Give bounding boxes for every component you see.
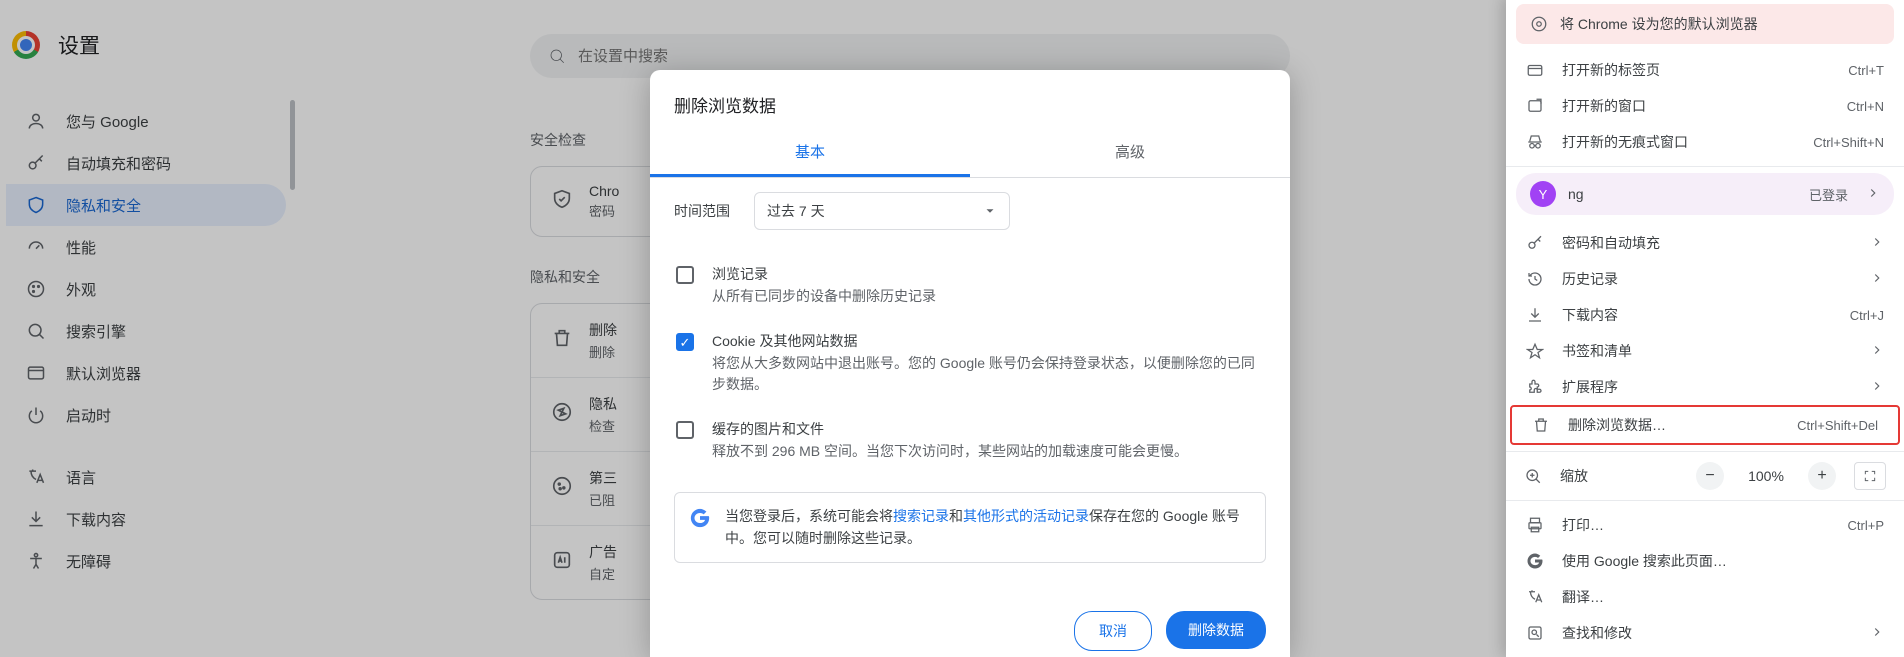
clear-browsing-data-dialog: 删除浏览数据 基本 高级 时间范围 过去 7 天 浏览记录 从所有已同步的设备中… [650, 70, 1290, 657]
chevron-right-icon [1870, 625, 1884, 642]
dialog-tabs: 基本 高级 [650, 129, 1290, 178]
key-icon [1526, 234, 1544, 252]
tab-basic[interactable]: 基本 [650, 129, 970, 177]
menu-clear-browsing-data[interactable]: 删除浏览数据… Ctrl+Shift+Del [1512, 407, 1898, 443]
delete-data-button[interactable]: 删除数据 [1166, 611, 1266, 649]
trash-icon [1532, 416, 1550, 434]
zoom-icon [1524, 467, 1542, 485]
menu-new-window[interactable]: 打开新的窗口 Ctrl+N [1506, 88, 1904, 124]
menu-downloads[interactable]: 下载内容 Ctrl+J [1506, 297, 1904, 333]
chevron-right-icon [1870, 379, 1884, 396]
chevron-right-icon [1866, 186, 1880, 203]
menu-user-row[interactable]: Y ng 已登录 [1516, 173, 1894, 215]
checkbox-row-cookies[interactable]: Cookie 及其他网站数据 将您从大多数网站中退出账号。您的 Google 账… [674, 319, 1266, 407]
star-icon [1526, 342, 1544, 360]
dialog-title: 删除浏览数据 [650, 70, 1290, 129]
default-browser-icon [1530, 15, 1548, 33]
zoom-value: 100% [1742, 468, 1790, 484]
menu-zoom-row: 缩放 − 100% + [1506, 458, 1904, 494]
default-browser-banner[interactable]: 将 Chrome 设为您的默认浏览器 [1516, 4, 1894, 44]
google-g-icon [689, 507, 711, 529]
google-account-info: 当您登录后，系统可能会将搜索记录和其他形式的活动记录保存在您的 Google 账… [674, 492, 1266, 563]
window-icon [1526, 97, 1544, 115]
checkbox-history[interactable] [676, 266, 694, 284]
google-g-icon [1526, 552, 1544, 570]
user-name: ng [1568, 186, 1797, 202]
link-other-activity[interactable]: 其他形式的活动记录 [963, 508, 1089, 524]
find-icon [1526, 624, 1544, 642]
incognito-icon [1526, 133, 1544, 151]
menu-history[interactable]: 历史记录 [1506, 261, 1904, 297]
translate-icon [1526, 588, 1544, 606]
checkbox-row-history[interactable]: 浏览记录 从所有已同步的设备中删除历史记录 [674, 252, 1266, 319]
checkbox-cache[interactable] [676, 421, 694, 439]
chevron-right-icon [1870, 271, 1884, 288]
link-search-records[interactable]: 搜索记录 [893, 508, 949, 524]
checkbox-cookies[interactable] [676, 333, 694, 351]
user-status: 已登录 [1809, 185, 1848, 204]
menu-bookmarks[interactable]: 书签和清单 [1506, 333, 1904, 369]
download-icon [1526, 306, 1544, 324]
user-avatar-icon: Y [1530, 181, 1556, 207]
zoom-in-button[interactable]: + [1808, 462, 1836, 490]
menu-google-search-page[interactable]: 使用 Google 搜索此页面… [1506, 543, 1904, 579]
chevron-right-icon [1870, 343, 1884, 360]
menu-print[interactable]: 打印… Ctrl+P [1506, 507, 1904, 543]
menu-incognito[interactable]: 打开新的无痕式窗口 Ctrl+Shift+N [1506, 124, 1904, 160]
menu-new-tab[interactable]: 打开新的标签页 Ctrl+T [1506, 52, 1904, 88]
tab-icon [1526, 61, 1544, 79]
puzzle-icon [1526, 378, 1544, 396]
time-range-label: 时间范围 [674, 201, 730, 221]
fullscreen-button[interactable] [1854, 462, 1886, 490]
time-range-value: 过去 7 天 [767, 201, 825, 221]
caret-down-icon [983, 204, 997, 218]
menu-find-and-edit[interactable]: 查找和修改 [1506, 615, 1904, 651]
zoom-out-button[interactable]: − [1696, 462, 1724, 490]
cancel-button[interactable]: 取消 [1074, 611, 1152, 651]
chevron-right-icon [1870, 235, 1884, 252]
tab-advanced[interactable]: 高级 [970, 129, 1290, 177]
menu-extensions[interactable]: 扩展程序 [1506, 369, 1904, 405]
chrome-main-menu: 将 Chrome 设为您的默认浏览器 打开新的标签页 Ctrl+T 打开新的窗口… [1506, 0, 1904, 657]
menu-translate[interactable]: 翻译… [1506, 579, 1904, 615]
history-icon [1526, 270, 1544, 288]
fullscreen-icon [1863, 469, 1877, 483]
checkbox-row-cache[interactable]: 缓存的图片和文件 释放不到 296 MB 空间。当您下次访问时，某些网站的加载速… [674, 407, 1266, 474]
printer-icon [1526, 516, 1544, 534]
time-range-select[interactable]: 过去 7 天 [754, 192, 1010, 230]
menu-passwords[interactable]: 密码和自动填充 [1506, 225, 1904, 261]
